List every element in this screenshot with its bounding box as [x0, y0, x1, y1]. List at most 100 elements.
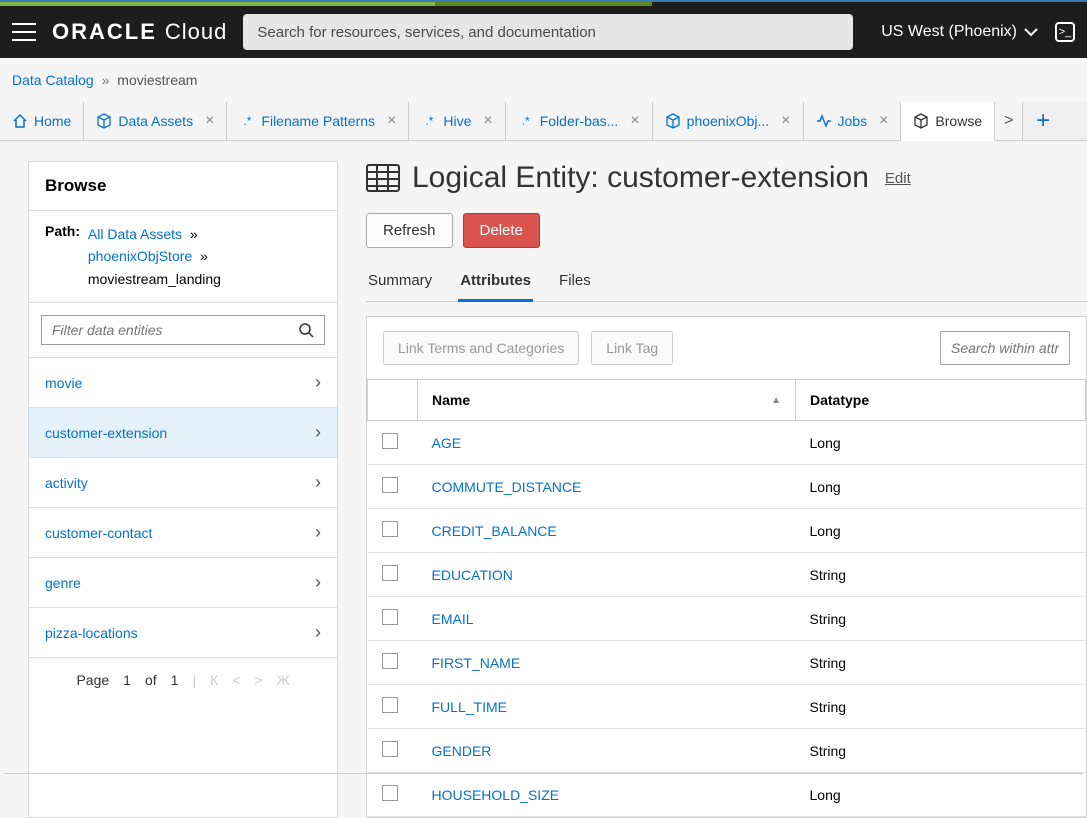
datatype-cell: String [796, 641, 1086, 685]
refresh-button[interactable]: Refresh [366, 213, 453, 248]
tab-browse[interactable]: Browse [901, 102, 995, 141]
datatype-cell: String [796, 597, 1086, 641]
pattern-icon: .* [518, 113, 534, 129]
datatype-cell: String [796, 729, 1086, 773]
attribute-link[interactable]: CREDIT_BALANCE [432, 523, 557, 539]
row-checkbox[interactable] [382, 785, 398, 801]
attribute-link[interactable]: FIRST_NAME [432, 655, 521, 671]
search-input[interactable] [243, 14, 853, 50]
row-checkbox[interactable] [382, 433, 398, 449]
page-of: of [145, 672, 157, 688]
datatype-cell: Long [796, 509, 1086, 553]
table-row: EDUCATION String [368, 553, 1086, 597]
subtab-attributes[interactable]: Attributes [458, 266, 533, 302]
chevron-right-icon: › [315, 472, 321, 493]
tab-jobs[interactable]: Jobs× [804, 102, 902, 140]
breadcrumb-current: moviestream [117, 72, 197, 88]
entity-item[interactable]: movie› [29, 358, 337, 408]
col-header-datatype[interactable]: Datatype [796, 380, 1086, 421]
entity-item[interactable]: customer-contact› [29, 508, 337, 558]
attribute-link[interactable]: GENDER [432, 743, 492, 759]
filter-entities-input[interactable] [52, 322, 298, 338]
path-link[interactable]: phoenixObjStore [88, 248, 192, 264]
cloud-shell-icon[interactable]: >_ [1055, 22, 1075, 42]
link-tag-button[interactable]: Link Tag [591, 331, 673, 365]
close-icon[interactable]: × [205, 112, 214, 130]
breadcrumb-link[interactable]: Data Catalog [12, 72, 94, 88]
tab-hive[interactable]: .*Hive× [409, 102, 505, 140]
row-checkbox[interactable] [382, 741, 398, 757]
entity-item[interactable]: genre› [29, 558, 337, 608]
brand: ORACLE Cloud [52, 19, 227, 45]
page-prev-icon[interactable]: < [232, 672, 240, 688]
tab-label: Filename Patterns [261, 113, 375, 129]
subtab-summary[interactable]: Summary [366, 266, 434, 301]
page-last-icon[interactable]: Ж [277, 672, 290, 688]
tab-label: Hive [443, 113, 471, 129]
page-total: 1 [171, 672, 179, 688]
tab-scroll-right-icon[interactable]: > [995, 102, 1023, 140]
close-icon[interactable]: × [879, 112, 888, 130]
add-tab-button[interactable]: + [1023, 102, 1063, 140]
page-next-icon[interactable]: > [254, 672, 262, 688]
path-link[interactable]: All Data Assets [88, 226, 182, 242]
close-icon[interactable]: × [483, 112, 492, 130]
menu-icon[interactable] [12, 23, 36, 41]
tab-filename-patterns[interactable]: .* Filename Patterns × [227, 102, 409, 140]
attribute-link[interactable]: HOUSEHOLD_SIZE [432, 787, 560, 803]
table-row: CREDIT_BALANCE Long [368, 509, 1086, 553]
tab-phoenixobj-[interactable]: phoenixObj... × [653, 102, 804, 140]
table-row: FIRST_NAME String [368, 641, 1086, 685]
home-icon [12, 113, 28, 129]
region-label: US West (Phoenix) [881, 23, 1017, 41]
search-icon[interactable] [298, 322, 314, 338]
path-label: Path: [45, 223, 80, 239]
attribute-link[interactable]: AGE [432, 435, 462, 451]
attribute-link[interactable]: COMMUTE_DISTANCE [432, 479, 582, 495]
tab-label: Data Assets [118, 113, 193, 129]
attribute-link[interactable]: FULL_TIME [432, 699, 507, 715]
attribute-link[interactable]: EDUCATION [432, 567, 513, 583]
delete-button[interactable]: Delete [463, 213, 540, 248]
subtab-files[interactable]: Files [557, 266, 593, 301]
datatype-cell: Long [796, 421, 1086, 465]
brand-bold: ORACLE [52, 19, 157, 45]
chevron-down-icon [1023, 24, 1039, 40]
page-first-icon[interactable]: К [210, 672, 218, 688]
sidebar: Browse Path: All Data Assets »phoenixObj… [28, 161, 338, 818]
entity-item[interactable]: pizza-locations› [29, 608, 337, 658]
tab-data-assets[interactable]: Data Assets × [84, 102, 227, 140]
tab-home[interactable]: Home [0, 102, 84, 140]
row-checkbox[interactable] [382, 697, 398, 713]
edit-link[interactable]: Edit [885, 170, 911, 187]
row-checkbox[interactable] [382, 565, 398, 581]
row-checkbox[interactable] [382, 653, 398, 669]
datatype-cell: String [796, 685, 1086, 729]
search-attributes-input[interactable] [940, 331, 1070, 365]
table-row: COMMUTE_DISTANCE Long [368, 465, 1086, 509]
brand-light: Cloud [165, 19, 227, 45]
table-row: HOUSEHOLD_SIZE Long [368, 773, 1086, 817]
table-row: GENDER String [368, 729, 1086, 773]
close-icon[interactable]: × [630, 112, 639, 130]
entity-name: movie [45, 375, 82, 391]
col-header-name[interactable]: Name ▲ [418, 380, 796, 421]
entity-item[interactable]: activity› [29, 458, 337, 508]
tab-label: phoenixObj... [687, 113, 770, 129]
cube-icon [96, 113, 112, 129]
tab-label: Browse [935, 113, 982, 129]
table-row: EMAIL String [368, 597, 1086, 641]
sort-icon: ▲ [771, 395, 781, 406]
region-selector[interactable]: US West (Phoenix) [881, 23, 1039, 41]
link-terms-button[interactable]: Link Terms and Categories [383, 331, 579, 365]
close-icon[interactable]: × [781, 112, 790, 130]
entity-item[interactable]: customer-extension› [29, 408, 337, 458]
attribute-link[interactable]: EMAIL [432, 611, 474, 627]
close-icon[interactable]: × [387, 112, 396, 130]
row-checkbox[interactable] [382, 609, 398, 625]
tab-folder-bas-[interactable]: .*Folder-bas...× [506, 102, 653, 140]
row-checkbox[interactable] [382, 521, 398, 537]
entity-name: genre [45, 575, 81, 591]
pattern-icon: .* [239, 113, 255, 129]
row-checkbox[interactable] [382, 477, 398, 493]
